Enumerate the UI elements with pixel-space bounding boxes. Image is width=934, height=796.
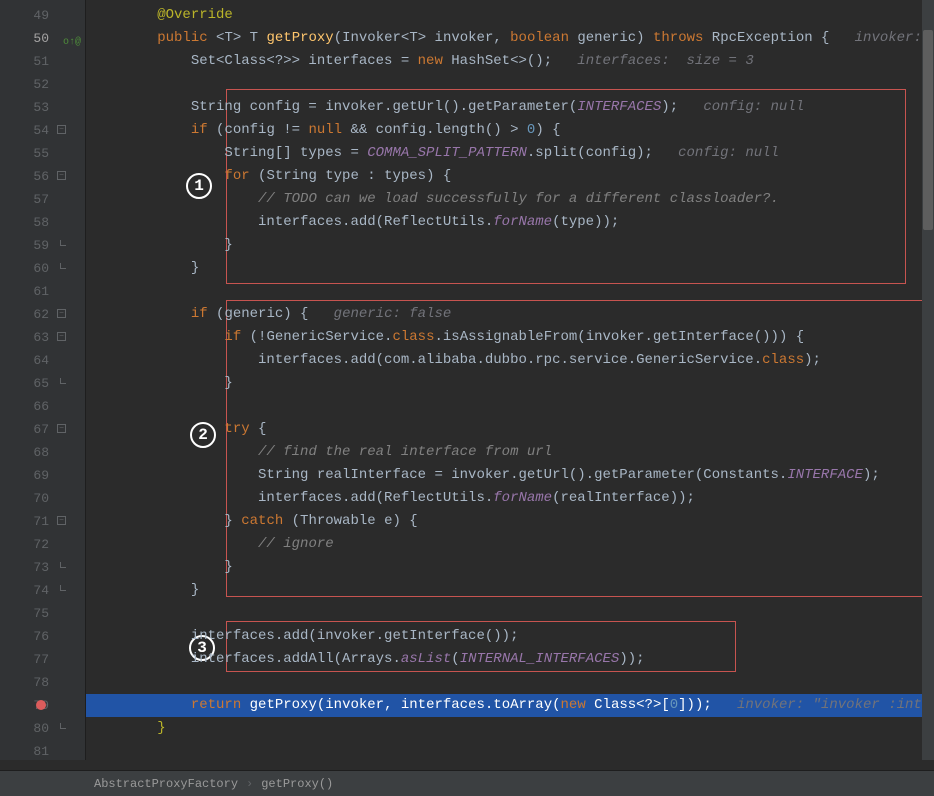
code-line[interactable]: }: [86, 234, 934, 257]
code-line[interactable]: // ignore: [86, 533, 934, 556]
fold-expand-icon[interactable]: −: [57, 309, 66, 318]
code-line[interactable]: [86, 602, 934, 625]
line-number[interactable]: 69: [0, 464, 85, 487]
code-area[interactable]: 1 2 3 @Override public <T> T getProxy(In…: [86, 0, 934, 760]
line-number[interactable]: 59: [0, 234, 85, 257]
line-number[interactable]: 74: [0, 579, 85, 602]
line-number[interactable]: 56−: [0, 165, 85, 188]
code-line[interactable]: [86, 395, 934, 418]
vertical-scrollbar[interactable]: [922, 0, 934, 760]
code-line[interactable]: }: [86, 579, 934, 602]
code-line[interactable]: [86, 280, 934, 303]
line-number[interactable]: 63−: [0, 326, 85, 349]
line-number[interactable]: 54−: [0, 119, 85, 142]
code-line[interactable]: if (config != null && config.length() > …: [86, 119, 934, 142]
breadcrumb-class[interactable]: AbstractProxyFactory: [86, 777, 246, 791]
fold-expand-icon[interactable]: −: [57, 424, 66, 433]
line-number[interactable]: 50o↑@: [0, 27, 85, 50]
line-number[interactable]: 53: [0, 96, 85, 119]
line-number[interactable]: 62−: [0, 303, 85, 326]
line-number[interactable]: 65: [0, 372, 85, 395]
code-line[interactable]: try {: [86, 418, 934, 441]
code-line[interactable]: interfaces.add(invoker.getInterface());: [86, 625, 934, 648]
breadcrumb-method[interactable]: getProxy(): [253, 777, 341, 791]
code-line[interactable]: [86, 671, 934, 694]
line-number[interactable]: 51: [0, 50, 85, 73]
line-number[interactable]: 64: [0, 349, 85, 372]
code-line[interactable]: }: [86, 556, 934, 579]
code-line[interactable]: return getProxy(invoker, interfaces.toAr…: [86, 694, 934, 717]
code-line[interactable]: if (!GenericService.class.isAssignableFr…: [86, 326, 934, 349]
code-line[interactable]: interfaces.add(com.alibaba.dubbo.rpc.ser…: [86, 349, 934, 372]
line-number[interactable]: 52: [0, 73, 85, 96]
code-line[interactable]: } catch (Throwable e) {: [86, 510, 934, 533]
code-line[interactable]: interfaces.add(ReflectUtils.forName(real…: [86, 487, 934, 510]
code-line[interactable]: String[] types = COMMA_SPLIT_PATTERN.spl…: [86, 142, 934, 165]
line-number[interactable]: 77: [0, 648, 85, 671]
line-number[interactable]: 49: [0, 4, 85, 27]
line-number[interactable]: 66: [0, 395, 85, 418]
line-number[interactable]: 55: [0, 142, 85, 165]
line-number[interactable]: 73: [0, 556, 85, 579]
line-number[interactable]: 57: [0, 188, 85, 211]
line-number[interactable]: 81: [0, 740, 85, 763]
code-line[interactable]: [86, 73, 934, 96]
line-number[interactable]: 67−: [0, 418, 85, 441]
line-number[interactable]: 76: [0, 625, 85, 648]
scrollbar-thumb[interactable]: [923, 30, 933, 230]
code-line[interactable]: }: [86, 717, 934, 740]
gutter: 4950o↑@51525354−5556−575859606162−63−646…: [0, 0, 86, 760]
fold-close-icon[interactable]: [60, 562, 66, 568]
code-line[interactable]: // find the real interface from url: [86, 441, 934, 464]
line-number[interactable]: 72: [0, 533, 85, 556]
fold-close-icon[interactable]: [60, 263, 66, 269]
code-line[interactable]: Set<Class<?>> interfaces = new HashSet<>…: [86, 50, 934, 73]
code-line[interactable]: for (String type : types) {: [86, 165, 934, 188]
fold-expand-icon[interactable]: −: [57, 332, 66, 341]
breadcrumb-class-label: AbstractProxyFactory: [94, 777, 238, 791]
code-line[interactable]: if (generic) { generic: false: [86, 303, 934, 326]
line-number[interactable]: 70: [0, 487, 85, 510]
code-line[interactable]: // TODO can we load successfully for a d…: [86, 188, 934, 211]
chevron-right-icon: ›: [246, 777, 253, 791]
line-number[interactable]: 71−: [0, 510, 85, 533]
code-line[interactable]: @Override: [86, 4, 934, 27]
fold-close-icon[interactable]: [60, 240, 66, 246]
line-number[interactable]: 80: [0, 717, 85, 740]
code-line[interactable]: interfaces.add(ReflectUtils.forName(type…: [86, 211, 934, 234]
code-line[interactable]: interfaces.addAll(Arrays.asList(INTERNAL…: [86, 648, 934, 671]
code-line[interactable]: [86, 740, 934, 763]
line-number[interactable]: 58: [0, 211, 85, 234]
fold-expand-icon[interactable]: −: [57, 125, 66, 134]
code-line[interactable]: String realInterface = invoker.getUrl().…: [86, 464, 934, 487]
fold-expand-icon[interactable]: −: [57, 171, 66, 180]
code-line[interactable]: String config = invoker.getUrl().getPara…: [86, 96, 934, 119]
line-number[interactable]: 79: [0, 694, 85, 717]
line-number[interactable]: 75: [0, 602, 85, 625]
fold-close-icon[interactable]: [60, 723, 66, 729]
code-line[interactable]: public <T> T getProxy(Invoker<T> invoker…: [86, 27, 934, 50]
fold-close-icon[interactable]: [60, 585, 66, 591]
code-line[interactable]: }: [86, 372, 934, 395]
line-number[interactable]: 78: [0, 671, 85, 694]
breakpoint-icon[interactable]: [36, 700, 46, 710]
code-line[interactable]: }: [86, 257, 934, 280]
fold-expand-icon[interactable]: −: [57, 516, 66, 525]
line-number[interactable]: 61: [0, 280, 85, 303]
breadcrumb-method-label: getProxy(): [261, 777, 333, 791]
line-number[interactable]: 68: [0, 441, 85, 464]
line-number[interactable]: 60: [0, 257, 85, 280]
breadcrumb-bar: AbstractProxyFactory › getProxy(): [0, 770, 934, 796]
code-editor: 4950o↑@51525354−5556−575859606162−63−646…: [0, 0, 934, 760]
fold-close-icon[interactable]: [60, 378, 66, 384]
